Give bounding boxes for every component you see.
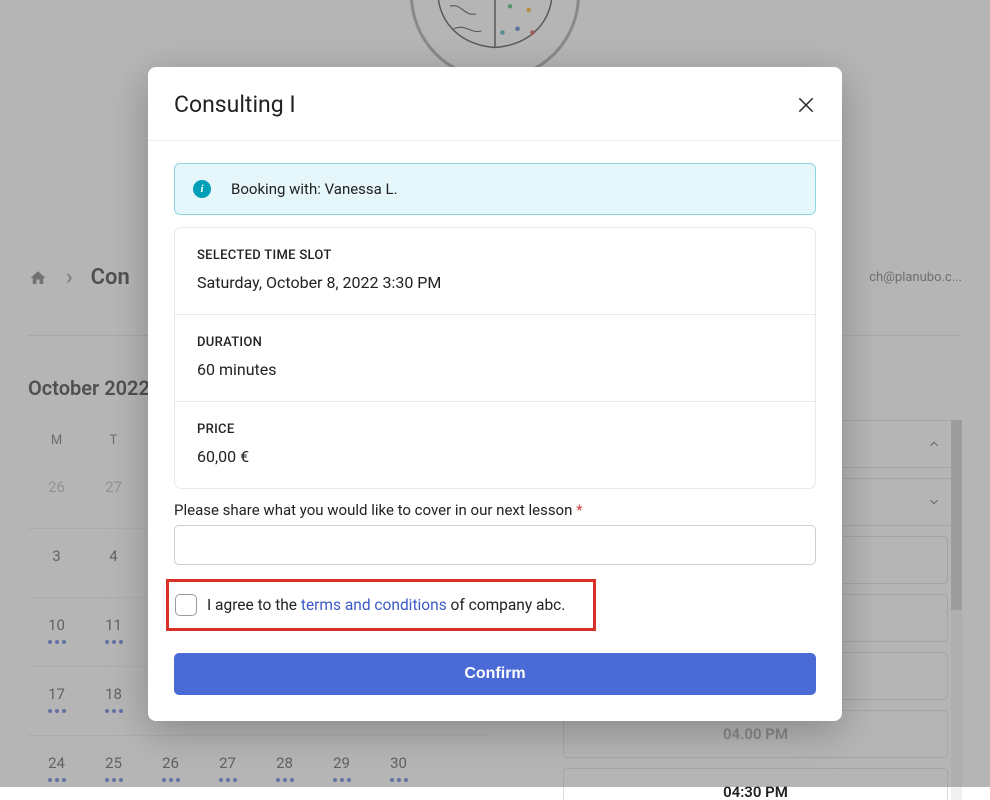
price-value: 60,00 € xyxy=(197,447,793,466)
info-banner-text: Booking with: Vanessa L. xyxy=(231,180,398,198)
selected-slot-row: SELECTED TIME SLOT Saturday, October 8, … xyxy=(175,228,815,315)
duration-row: DURATION 60 minutes xyxy=(175,315,815,402)
terms-checkbox[interactable] xyxy=(175,594,197,616)
selected-slot-label: SELECTED TIME SLOT xyxy=(197,248,793,263)
info-icon: i xyxy=(193,180,211,198)
price-row: PRICE 60,00 € xyxy=(175,402,815,488)
lesson-topic-input[interactable] xyxy=(174,525,816,565)
selected-slot-value: Saturday, October 8, 2022 3:30 PM xyxy=(197,273,793,292)
booking-modal: Consulting I i Booking with: Vanessa L. … xyxy=(148,67,842,721)
modal-title: Consulting I xyxy=(174,91,296,118)
modal-header: Consulting I xyxy=(148,67,842,141)
close-icon[interactable] xyxy=(796,95,816,115)
question-label: Please share what you would like to cove… xyxy=(174,501,816,519)
info-banner: i Booking with: Vanessa L. xyxy=(174,163,816,215)
confirm-button[interactable]: Confirm xyxy=(174,653,816,695)
booking-details-card: SELECTED TIME SLOT Saturday, October 8, … xyxy=(174,227,816,489)
price-label: PRICE xyxy=(197,422,793,437)
consent-text: I agree to the terms and conditions of c… xyxy=(207,596,565,614)
duration-label: DURATION xyxy=(197,335,793,350)
duration-value: 60 minutes xyxy=(197,360,793,379)
modal-body: i Booking with: Vanessa L. SELECTED TIME… xyxy=(148,141,842,721)
consent-highlight-box: I agree to the terms and conditions of c… xyxy=(166,579,596,631)
terms-link[interactable]: terms and conditions xyxy=(301,596,447,614)
